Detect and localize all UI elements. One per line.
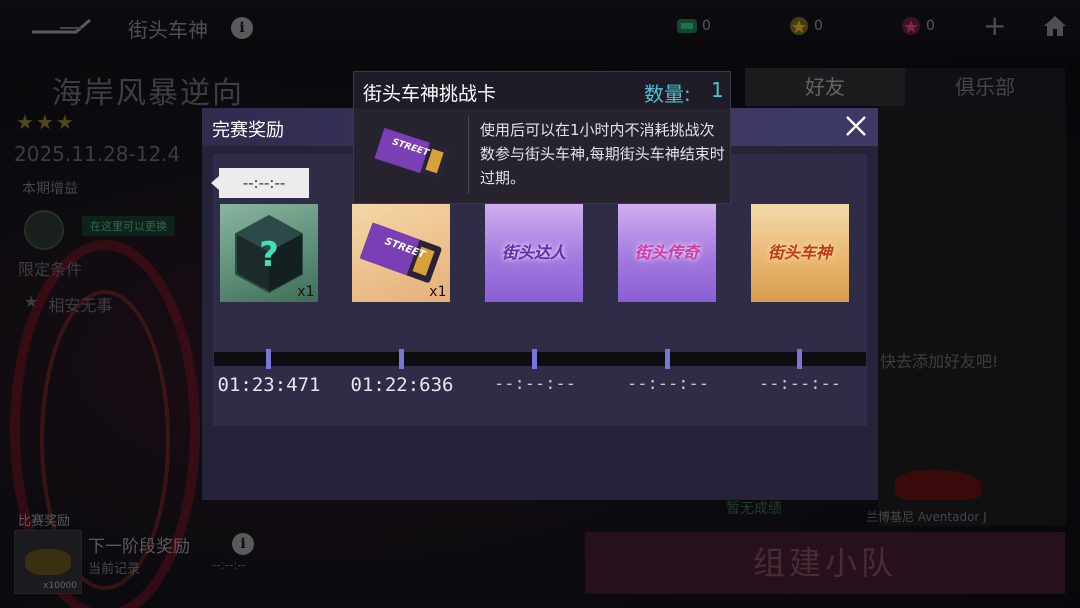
- tooltip-title: 街头车神挑战卡: [363, 83, 497, 105]
- svg-text:?: ?: [259, 235, 279, 275]
- reward-title-street-expert[interactable]: 街头达人: [485, 204, 583, 302]
- current-time-pill: --:--:--: [211, 168, 309, 198]
- close-icon[interactable]: [842, 112, 870, 140]
- reward-time: 01:22:636: [350, 374, 454, 396]
- progress-track: [214, 352, 866, 366]
- tooltip-description: 使用后可以在1小时内不消耗挑战次数参与街头车神,每期街头车神结束时过期。: [480, 121, 725, 187]
- item-tooltip: 街头车神挑战卡 数量: 1 STREET 使用后可以在1小时内不消耗挑战次数参与…: [353, 71, 731, 204]
- track-tick: [797, 349, 802, 369]
- reward-count: x1: [297, 284, 314, 300]
- title-badge-label: 街头传奇: [634, 243, 699, 262]
- reward-mystery-box[interactable]: ? x1: [220, 204, 318, 302]
- reward-time: --:--:--: [627, 374, 709, 394]
- title-badge-label: 街头车神: [767, 243, 832, 262]
- track-tick: [399, 349, 404, 369]
- tooltip-header: 街头车神挑战卡 数量: 1: [354, 72, 730, 109]
- reward-title-street-legend[interactable]: 街头传奇: [618, 204, 716, 302]
- challenge-card-icon: STREET: [374, 127, 451, 180]
- title-badge-label: 街头达人: [501, 243, 566, 262]
- reward-time: 01:23:471: [217, 374, 321, 396]
- reward-title-street-god[interactable]: 街头车神: [751, 204, 849, 302]
- modal-title: 完赛奖励: [212, 120, 284, 141]
- track-tick: [266, 349, 271, 369]
- reward-challenge-card[interactable]: STREET x1: [352, 204, 450, 302]
- tooltip-qty-value: 1: [711, 78, 724, 102]
- tooltip-divider: [468, 116, 469, 194]
- track-tick: [665, 349, 670, 369]
- reward-time: --:--:--: [759, 374, 841, 394]
- reward-time: --:--:--: [494, 374, 576, 394]
- tooltip-qty-label: 数量:: [644, 82, 691, 106]
- track-tick: [532, 349, 537, 369]
- reward-count: x1: [429, 284, 446, 300]
